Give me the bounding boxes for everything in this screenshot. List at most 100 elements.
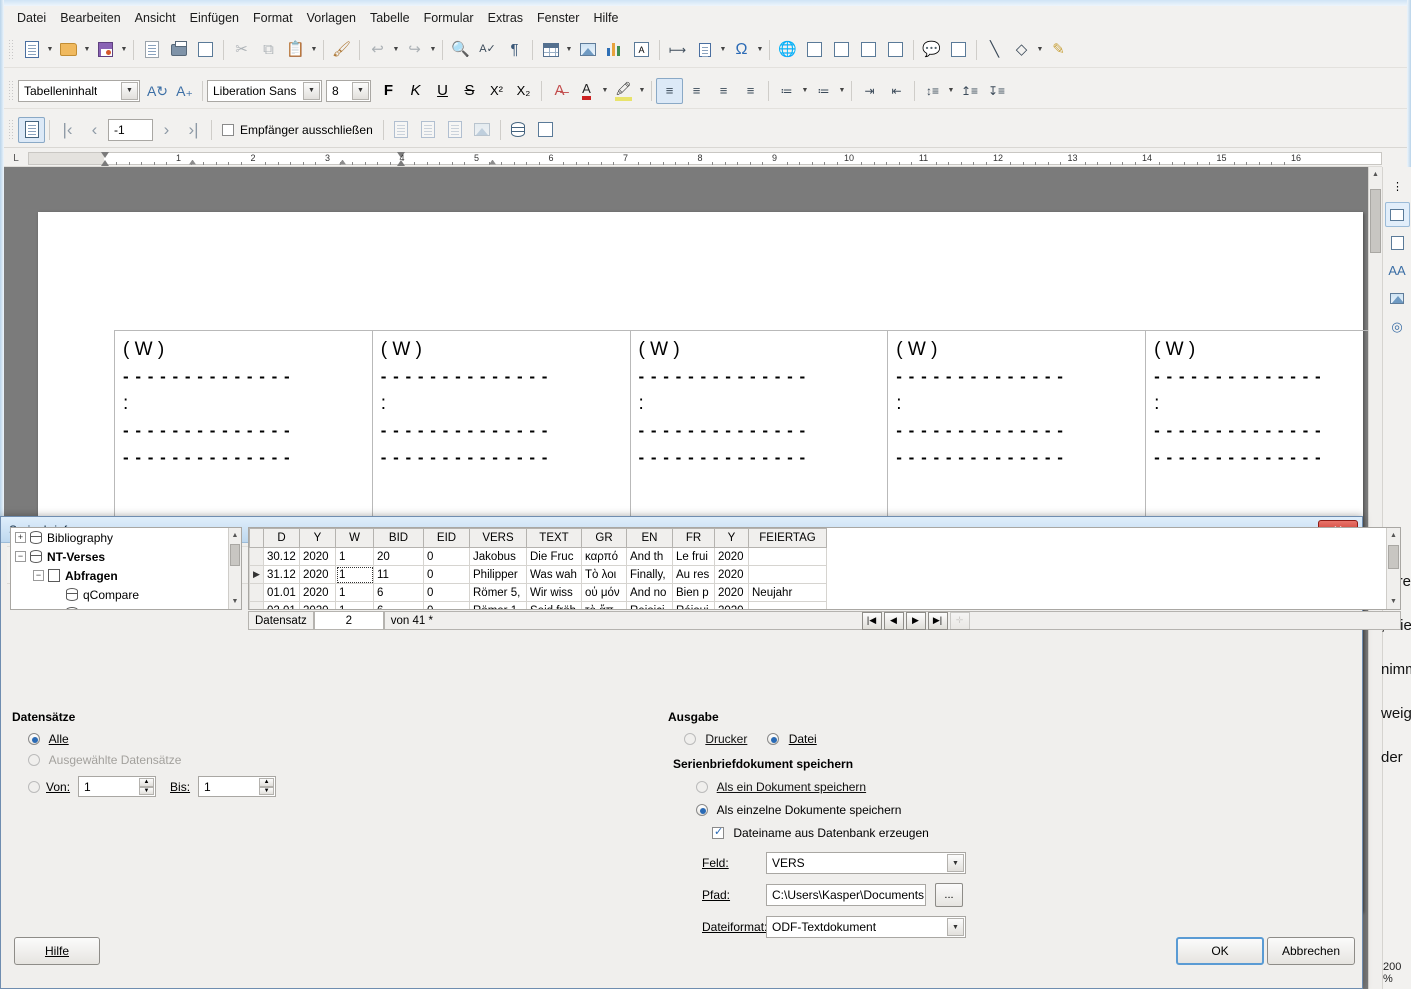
new-document-dropdown-icon[interactable]: ▼ xyxy=(45,46,55,53)
grid-cell-gr[interactable]: οὐ μόν xyxy=(582,584,627,602)
strikethrough-button[interactable]: S xyxy=(456,78,483,104)
print-preview-icon[interactable] xyxy=(192,37,219,63)
justify-icon[interactable]: ≡ xyxy=(737,78,764,104)
insert-image-icon[interactable] xyxy=(574,37,601,63)
save-individual-documents-radio-button[interactable] xyxy=(696,804,708,816)
grid-column-header-en[interactable]: EN xyxy=(627,529,673,548)
increase-indent-icon[interactable]: ⇥ xyxy=(856,78,883,104)
menu-format[interactable]: Format xyxy=(246,8,300,28)
insert-field-dropdown-icon[interactable]: ▼ xyxy=(718,46,728,53)
grid-cell-vers[interactable]: Philipper xyxy=(470,566,527,584)
grid-column-header-vers[interactable]: VERS xyxy=(470,529,527,548)
insert-chart-icon[interactable] xyxy=(601,37,628,63)
export-pdf-icon[interactable] xyxy=(138,37,165,63)
tree-node-abfragen[interactable]: −Abfragen xyxy=(11,566,241,585)
data-sources-icon[interactable] xyxy=(505,117,532,143)
special-character-icon[interactable]: Ω xyxy=(728,37,755,63)
chevron-down-icon[interactable]: ▼ xyxy=(352,82,369,100)
grid-cell-text[interactable]: Wir wiss xyxy=(527,584,582,602)
grid-column-header-eid[interactable]: EID xyxy=(424,529,470,548)
grid-cell-vers[interactable]: Römer 1 xyxy=(470,602,527,611)
table-row[interactable]: 02.012020160Römer 1Seid fröhτὸ ἅπRejoici… xyxy=(250,602,827,611)
grid-cell-gr[interactable]: καρπό xyxy=(582,548,627,566)
merge-field-table[interactable]: ( W )- - - - - - - - - - - - - -: - - - … xyxy=(114,330,1382,537)
grid-cell-eid[interactable]: 0 xyxy=(424,548,470,566)
grid-column-header-bid[interactable]: BID xyxy=(374,529,424,548)
page-break-icon[interactable]: ⟼ xyxy=(664,37,691,63)
grid-cell-bid[interactable]: 6 xyxy=(374,584,424,602)
font-size-combo[interactable]: 8 ▼ xyxy=(326,80,371,102)
merge-table-cell[interactable]: ( W )- - - - - - - - - - - - - -: - - - … xyxy=(372,331,630,537)
ordered-list-dropdown-icon[interactable]: ▼ xyxy=(837,87,847,94)
data-source-tree[interactable]: +Bibliography−NT-Verses−AbfragenqCompare… xyxy=(10,527,242,610)
menu-vorlagen[interactable]: Vorlagen xyxy=(300,8,363,28)
last-record-button[interactable]: ▶| xyxy=(928,612,948,630)
save-dropdown-icon[interactable]: ▼ xyxy=(119,46,129,53)
tree-node-qeaster[interactable]: qEaster xyxy=(11,604,241,610)
grid-cell-eid[interactable]: 0 xyxy=(424,602,470,611)
spin-up-icon[interactable]: ▲ xyxy=(259,778,274,787)
merge-table-cell[interactable]: ( W )- - - - - - - - - - - - - -: - - - … xyxy=(114,331,372,537)
scroll-up-icon[interactable]: ▲ xyxy=(1369,167,1382,182)
spin-down-icon[interactable]: ▼ xyxy=(259,787,274,796)
record-number-input[interactable]: 2 xyxy=(314,611,384,630)
save-single-document-radio-button[interactable] xyxy=(696,781,708,793)
text-box-icon[interactable]: A xyxy=(628,37,655,63)
grid-cell-bid[interactable]: 11 xyxy=(374,566,424,584)
comment-icon[interactable]: 💬 xyxy=(918,37,945,63)
italic-button[interactable]: K xyxy=(402,78,429,104)
merge-table-cell[interactable]: ( W )- - - - - - - - - - - - - -: - - - … xyxy=(630,331,888,537)
spinner-buttons[interactable]: ▲▼ xyxy=(139,778,154,795)
table-row[interactable]: ▶31.1220201110PhilipperWas wahΤὸ λοιFina… xyxy=(250,566,827,584)
current-record-input[interactable]: -1 xyxy=(108,119,153,141)
records-from-input[interactable]: 1 ▲▼ xyxy=(78,776,156,797)
field-combo[interactable]: VERS ▼ xyxy=(766,852,966,874)
grid-cell-w[interactable]: 1 xyxy=(336,548,374,566)
records-range-radio[interactable] xyxy=(28,780,46,794)
grid-cell-y[interactable]: 2020 xyxy=(300,548,336,566)
grid-cell-y[interactable]: 2020 xyxy=(715,584,749,602)
output-file-radio[interactable]: Datei xyxy=(767,732,816,746)
paragraph-spacing-icon[interactable]: ↥≡ xyxy=(956,78,983,104)
grid-vertical-scrollbar[interactable]: ▲ ▼ xyxy=(1386,528,1400,609)
gallery-icon[interactable] xyxy=(1385,286,1410,311)
first-record-button[interactable]: |◀ xyxy=(862,612,882,630)
grid-cell-en[interactable]: And th xyxy=(627,548,673,566)
grid-cell-y[interactable]: 2020 xyxy=(715,548,749,566)
hyperlink-icon[interactable]: 🌐 xyxy=(774,37,801,63)
scroll-up-icon[interactable]: ▲ xyxy=(229,528,241,543)
grid-cell-w[interactable]: 1 xyxy=(336,602,374,611)
track-changes-icon[interactable] xyxy=(945,37,972,63)
grid-cell-feiertag[interactable]: Neujahr xyxy=(749,584,827,602)
spinner-buttons[interactable]: ▲▼ xyxy=(259,778,274,795)
basic-shapes-icon[interactable]: ◇ xyxy=(1008,37,1035,63)
save-icon[interactable] xyxy=(92,37,119,63)
grid-cell-en[interactable]: Finally, xyxy=(627,566,673,584)
table-row[interactable]: 01.012020160Römer 5,Wir wissοὐ μόνAnd no… xyxy=(250,584,827,602)
highlight-color-dropdown-icon[interactable]: ▼ xyxy=(637,87,647,94)
tree-node-qcompare[interactable]: qCompare xyxy=(11,585,241,604)
find-replace-icon[interactable]: 🔍 xyxy=(447,37,474,63)
exclude-recipient-checkbox-box[interactable] xyxy=(222,124,234,136)
styles-icon[interactable]: AA xyxy=(1385,258,1410,283)
menu-tabelle[interactable]: Tabelle xyxy=(363,8,417,28)
toolbar-grip[interactable] xyxy=(8,119,15,141)
records-to-input[interactable]: 1 ▲▼ xyxy=(198,776,276,797)
spin-up-icon[interactable]: ▲ xyxy=(139,778,154,787)
previous-record-icon[interactable]: ‹ xyxy=(81,117,108,143)
horizontal-ruler[interactable]: L 12345678910111213141516 xyxy=(4,150,1382,167)
new-style-icon[interactable]: A₊ xyxy=(171,78,198,104)
print-icon[interactable] xyxy=(165,37,192,63)
sidebar-settings-icon[interactable]: ⋮ xyxy=(1385,174,1410,199)
menu-formular[interactable]: Formular xyxy=(417,8,481,28)
browse-path-button[interactable]: ... xyxy=(935,883,963,907)
grid-column-header-d[interactable]: D xyxy=(264,529,300,548)
grid-cell-y[interactable]: 2020 xyxy=(300,566,336,584)
grid-cell-vers[interactable]: Jakobus xyxy=(470,548,527,566)
grid-scrollbar-thumb[interactable] xyxy=(1388,545,1399,569)
output-printer-radio-button[interactable] xyxy=(684,733,696,745)
line-spacing-dropdown-icon[interactable]: ▼ xyxy=(946,87,956,94)
paragraph-style-combo[interactable]: Tabelleninhalt ▼ xyxy=(18,80,140,102)
ruler-strip[interactable]: 12345678910111213141516 xyxy=(28,152,1382,165)
page-icon[interactable] xyxy=(1385,230,1410,255)
